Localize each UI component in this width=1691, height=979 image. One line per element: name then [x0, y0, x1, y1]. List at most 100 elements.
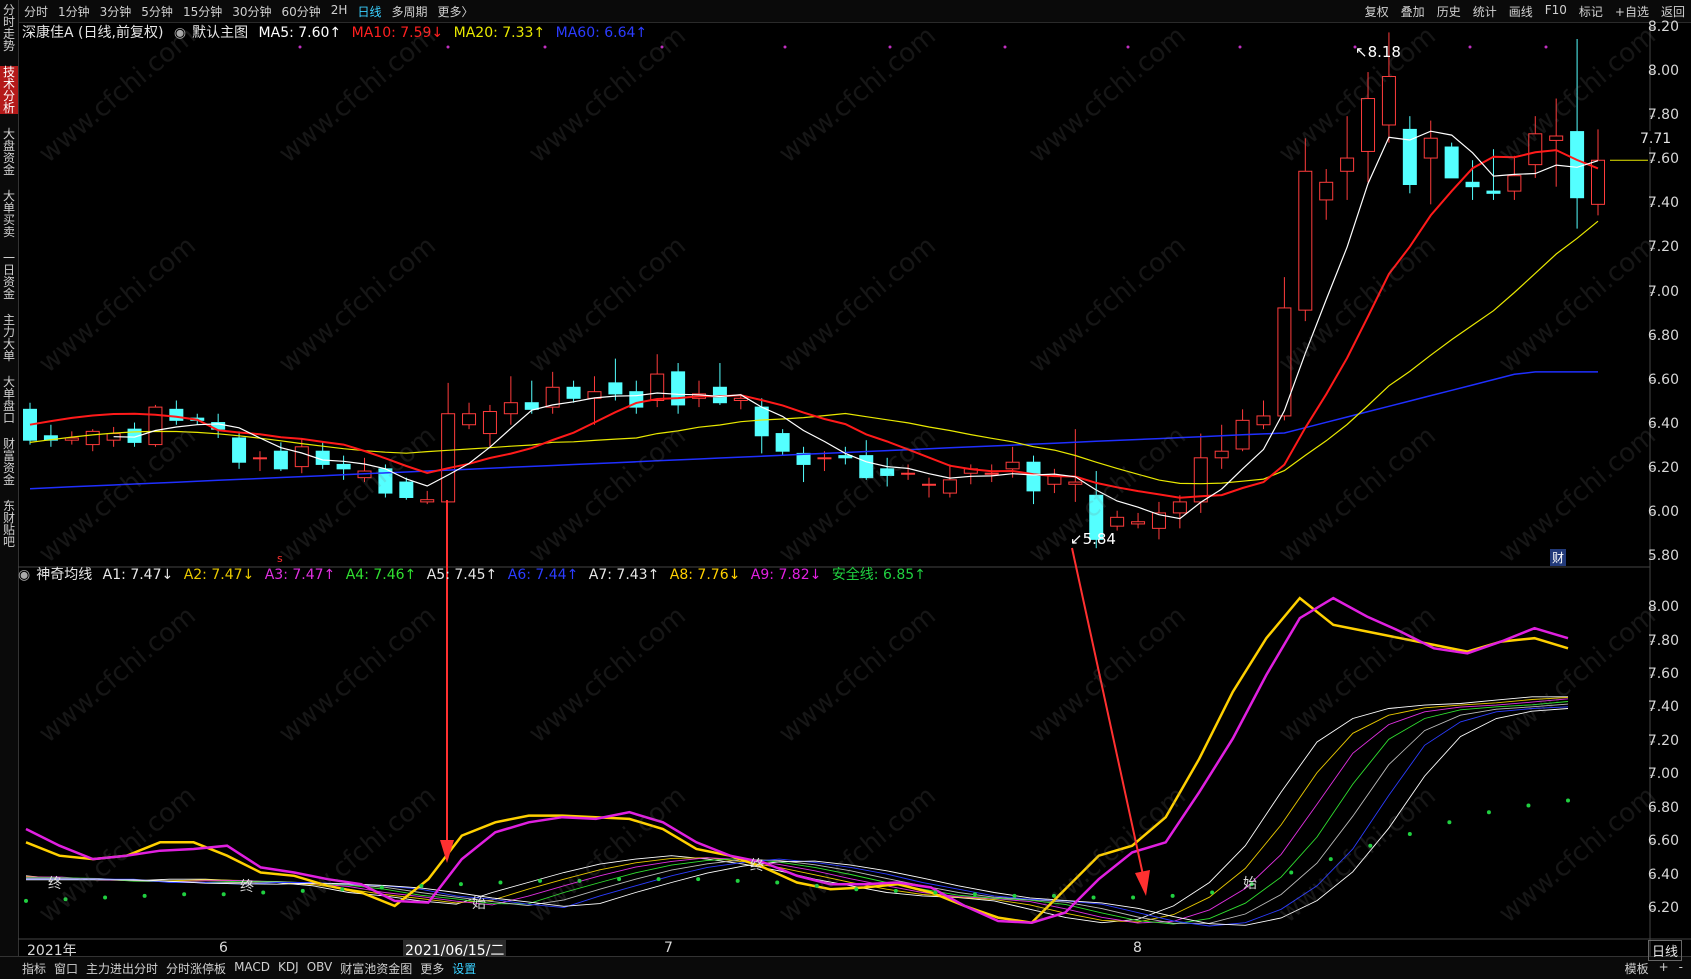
a1-label: A1: 7.47↓	[102, 567, 174, 583]
bottom-right-actions: 模板 + -	[1625, 960, 1683, 977]
main-y-tick: 8.20	[1647, 19, 1679, 35]
candle-body	[921, 483, 936, 486]
signal-dot	[660, 45, 664, 49]
arrow-head-2	[1135, 870, 1150, 896]
candle-body	[1444, 146, 1459, 179]
signal-dot	[1468, 45, 1472, 49]
zhong-marker-1: 终	[48, 876, 62, 892]
bottom-right-1[interactable]: +	[1659, 960, 1669, 977]
bottom-tab-5[interactable]: KDJ	[278, 960, 299, 977]
sub-y-tick: 6.40	[1647, 866, 1679, 883]
stock-title[interactable]: 深康佳A (日线,前复权)	[22, 25, 163, 41]
main-y-tick: 7.20	[1647, 239, 1679, 256]
ma20-line	[29, 220, 1599, 485]
safe-line-dot	[1566, 798, 1570, 803]
bottom-right-0[interactable]: 模板	[1625, 960, 1649, 977]
sub-y-tick: 7.80	[1647, 632, 1679, 649]
candle-body	[901, 472, 916, 475]
current-price-label: 7.71	[1640, 131, 1672, 147]
a3-label: A3: 7.47↑	[264, 567, 336, 583]
settings-circle-icon[interactable]: ◉	[18, 567, 30, 583]
chart-canvas[interactable]: s	[0, 0, 1691, 978]
fan-line-a1	[25, 696, 1568, 924]
candle-body	[1361, 98, 1376, 152]
signal-dot	[888, 45, 892, 49]
fan-line-a5	[26, 703, 1569, 924]
safe-line-dot	[1210, 890, 1215, 895]
x-label-july: 7	[664, 940, 673, 956]
a5-label: A5: 7.45↑	[426, 567, 498, 583]
low-price-annotation: ↙5.84	[1070, 530, 1116, 548]
a6-label: A6: 7.44↑	[507, 567, 579, 583]
a8-line	[25, 596, 1569, 925]
safe-line-dot	[458, 882, 463, 887]
safe-line-dot	[735, 878, 740, 883]
candle-body	[315, 450, 330, 465]
safe-line-dot	[1091, 895, 1096, 900]
sub-y-tick: 7.40	[1647, 699, 1679, 716]
ma10-line	[29, 149, 1599, 499]
safe-line-dot	[814, 883, 819, 888]
ma60-line	[29, 371, 1598, 490]
candle-body	[650, 373, 665, 402]
main-chart-legend: 深康佳A (日线,前复权) ◉ 默认主图 MA5: 7.60↑ MA10: 7.5…	[22, 22, 653, 42]
template-label[interactable]: 默认主图	[192, 25, 248, 41]
candle-body	[294, 446, 309, 468]
bottom-tab-1[interactable]: 窗口	[54, 960, 78, 977]
main-y-tick: 6.80	[1647, 327, 1679, 344]
sub-y-tick: 7.20	[1647, 732, 1679, 749]
bottom-tab-2[interactable]: 主力进出分时	[86, 960, 158, 977]
main-y-tick: 7.60	[1647, 151, 1679, 168]
candle-body	[880, 468, 895, 476]
candle-body	[1026, 461, 1041, 492]
shi-marker-2: 始	[1243, 876, 1257, 892]
bottom-tab-9[interactable]: 设置	[452, 960, 476, 977]
candle-body	[838, 455, 853, 459]
bottom-tab-7[interactable]: 财富池资金图	[340, 960, 412, 977]
signal-dot	[1238, 45, 1242, 49]
candle-body	[1298, 170, 1313, 311]
safe-line-dot	[1289, 870, 1294, 875]
candle-body	[1131, 521, 1146, 525]
safe-line-dot	[419, 883, 424, 888]
bottom-tab-3[interactable]: 分时涨停板	[166, 960, 226, 977]
signal-dot	[783, 45, 787, 49]
safe-line-dot	[893, 888, 898, 893]
ma5-line	[113, 130, 1599, 520]
candle-body	[64, 437, 79, 441]
fan-line-a3	[26, 698, 1569, 924]
safe-line-dot	[1328, 857, 1333, 862]
safe-line-dot	[1486, 810, 1491, 815]
candle-body	[232, 437, 247, 463]
safe-line-dot	[656, 877, 661, 882]
safe-line-dot	[577, 878, 582, 883]
bottom-tab-8[interactable]: 更多	[420, 960, 444, 977]
a7-label: A7: 7.43↑	[588, 567, 660, 583]
bottom-tab-6[interactable]: OBV	[307, 960, 333, 977]
safe-line-dot	[1368, 843, 1373, 848]
candle-body	[1172, 501, 1187, 514]
timeframe-indicator[interactable]: 日线	[1648, 940, 1683, 961]
candle-body	[733, 397, 748, 402]
ma20-label: MA20: 7.33↑	[453, 25, 546, 41]
safe-line-dot	[24, 898, 28, 903]
safe-line-dot	[498, 880, 503, 885]
bottom-right-2[interactable]: -	[1679, 960, 1683, 977]
bottom-tab-4[interactable]: MACD	[234, 960, 270, 977]
settings-circle-icon[interactable]: ◉	[174, 25, 186, 41]
safe-line-dot	[933, 890, 938, 895]
candle-body	[1214, 450, 1229, 459]
signal-dot	[1544, 45, 1548, 49]
x-label-august: 8	[1133, 940, 1142, 956]
indicator-name[interactable]: 神奇均线	[36, 567, 92, 583]
bottom-tab-0[interactable]: 指标	[22, 960, 46, 977]
main-y-tick: 7.40	[1647, 195, 1679, 212]
safe-line-dot	[617, 877, 622, 882]
safe-line-dot	[340, 887, 345, 892]
candle-body	[1319, 181, 1334, 201]
candle-body	[169, 408, 184, 421]
main-y-tick: 6.60	[1647, 371, 1679, 388]
candle-body	[85, 430, 100, 446]
cai-badge[interactable]: 财	[1550, 549, 1567, 566]
safe-line-dot	[1131, 895, 1136, 900]
